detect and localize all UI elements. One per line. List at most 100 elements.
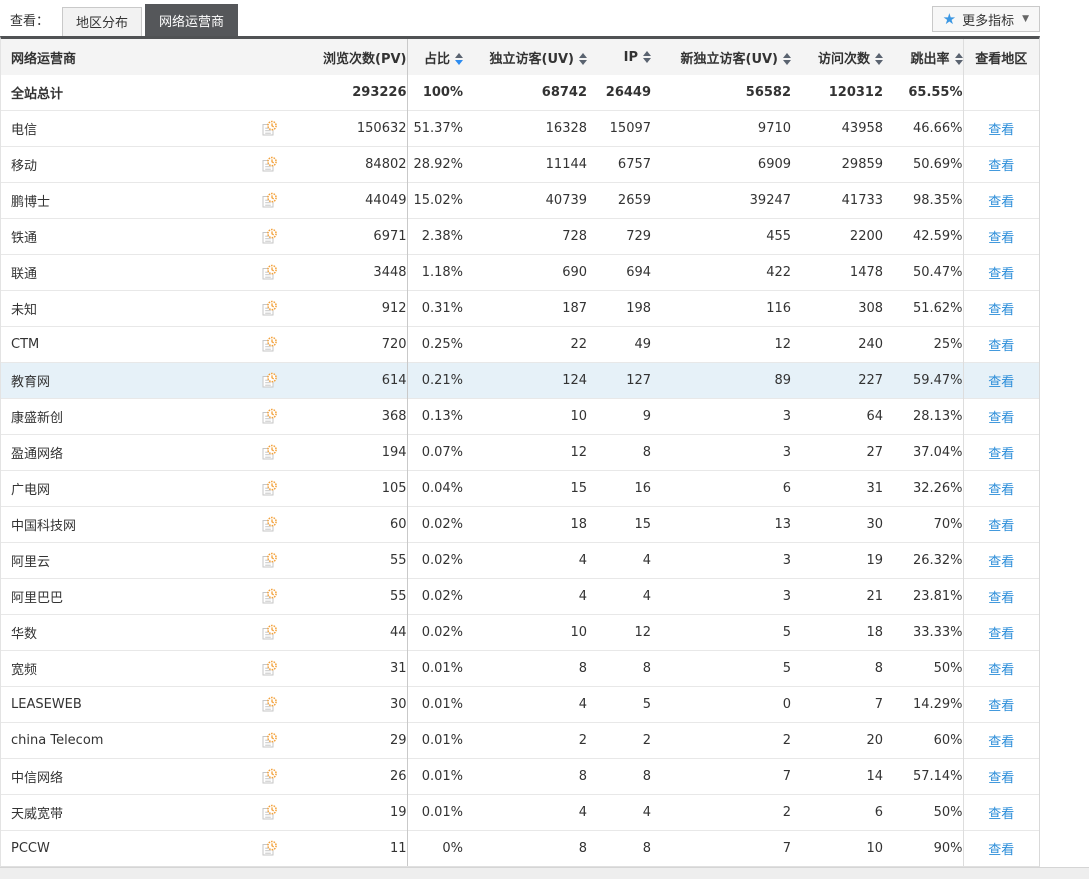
cell-uv: 728 (469, 217, 588, 254)
sort-icon[interactable] (954, 53, 963, 65)
cell-pv: 55 (287, 577, 408, 614)
tab-network-operator[interactable]: 网络运营商 (145, 4, 239, 36)
trend-history-icon[interactable] (251, 289, 288, 326)
trend-history-icon[interactable] (251, 649, 288, 686)
view-region-link[interactable]: 查看 (988, 195, 1014, 210)
view-region-link[interactable]: 查看 (988, 159, 1014, 174)
view-region-link[interactable]: 查看 (988, 483, 1014, 498)
cell-ratio: 28.92% (406, 145, 470, 182)
region-cell: 查看 (962, 541, 1040, 578)
cell-uv: 4 (469, 793, 588, 830)
view-region-link[interactable]: 查看 (988, 627, 1014, 642)
total-row: 全站总计 293226 100% 68742 26449 56582 12031… (1, 75, 1040, 110)
view-region-link[interactable]: 查看 (988, 231, 1014, 246)
view-region-link[interactable]: 查看 (988, 303, 1014, 318)
view-region-link[interactable]: 查看 (988, 843, 1014, 858)
trend-history-icon[interactable] (251, 469, 288, 506)
view-region-link[interactable]: 查看 (988, 123, 1014, 138)
sort-icon[interactable] (875, 53, 884, 65)
cell-ratio: 0.02% (406, 577, 470, 614)
operator-name: 阿里巴巴 (1, 577, 251, 614)
trend-history-icon[interactable] (251, 541, 288, 578)
view-region-link[interactable]: 查看 (988, 735, 1014, 750)
region-cell: 查看 (962, 793, 1040, 830)
column-header-bounce[interactable]: 跳出率 (883, 39, 964, 75)
sort-icon[interactable] (643, 51, 652, 63)
trend-history-icon[interactable] (251, 505, 288, 542)
trend-history-icon[interactable] (251, 397, 288, 434)
trend-history-icon[interactable] (251, 757, 288, 794)
cell-pv: 26 (287, 757, 408, 794)
cell-new_uv: 422 (651, 253, 792, 290)
cell-bounce: 51.62% (883, 289, 964, 326)
trend-history-icon[interactable] (251, 145, 288, 182)
view-region-link[interactable]: 查看 (988, 555, 1014, 570)
column-header-ratio[interactable]: 占比 (406, 39, 470, 75)
column-header-uv[interactable]: 独立访客(UV) (469, 39, 588, 75)
trend-history-icon[interactable] (251, 109, 288, 146)
more-metrics-button[interactable]: ★ 更多指标 ▼ (931, 6, 1040, 32)
sort-icon[interactable] (783, 53, 792, 65)
view-region-link[interactable]: 查看 (988, 663, 1014, 678)
region-cell: 查看 (962, 145, 1040, 182)
operator-table: 网络运营商 浏览次数(PV) 占比 独立访客(UV) IP 新独立访客(UV) 访问次数 跳出… (0, 36, 1040, 867)
column-header-new_uv[interactable]: 新独立访客(UV) (651, 39, 792, 75)
operator-name: 移动 (1, 145, 251, 182)
cell-ratio: 0.02% (406, 541, 470, 578)
sort-icon[interactable] (579, 53, 588, 65)
trend-history-icon[interactable] (251, 253, 288, 290)
trend-history-icon[interactable] (251, 217, 288, 254)
cell-bounce: 50.47% (883, 253, 964, 290)
operator-name: 阿里云 (1, 541, 251, 578)
trend-history-icon[interactable] (251, 181, 288, 218)
table-row: 铁通 6971 2.38% 728 729 455 2200 42.59% 查看 (1, 217, 1040, 254)
sort-icon[interactable] (455, 53, 464, 65)
trend-history-icon[interactable] (251, 793, 288, 830)
cell-pv: 720 (287, 325, 408, 362)
tab-region-distribution[interactable]: 地区分布 (62, 7, 143, 36)
column-header-visits[interactable]: 访问次数 (791, 39, 884, 75)
table-row: 教育网 614 0.21% 124 127 89 227 59.47% 查看 (1, 361, 1040, 398)
cell-new_uv: 6909 (651, 145, 792, 182)
cell-visits: 21 (791, 577, 884, 614)
cell-ratio: 0.01% (406, 685, 470, 722)
column-header-ip[interactable]: IP (587, 39, 652, 75)
view-region-link[interactable]: 查看 (988, 411, 1014, 426)
cell-uv: 40739 (469, 181, 588, 218)
cell-visits: 14 (791, 757, 884, 794)
cell-visits: 41733 (791, 181, 884, 218)
view-region-link[interactable]: 查看 (988, 447, 1014, 462)
cell-ratio: 0.13% (406, 397, 470, 434)
view-region-link[interactable]: 查看 (988, 591, 1014, 606)
view-region-link[interactable]: 查看 (988, 375, 1014, 390)
view-label: 查看： (10, 14, 50, 29)
cell-visits: 20 (791, 721, 884, 758)
view-region-link[interactable]: 查看 (988, 339, 1014, 354)
trend-history-icon[interactable] (251, 433, 288, 470)
view-region-link[interactable]: 查看 (988, 807, 1014, 822)
trend-history-icon[interactable] (251, 613, 288, 650)
cell-ratio: 0% (406, 829, 470, 866)
table-row: 盈通网络 194 0.07% 12 8 3 27 37.04% 查看 (1, 433, 1040, 470)
view-region-link[interactable]: 查看 (988, 267, 1014, 282)
cell-bounce: 32.26% (883, 469, 964, 506)
cell-new_uv: 12 (651, 325, 792, 362)
trend-history-icon[interactable] (251, 721, 288, 758)
cell-uv: 4 (469, 577, 588, 614)
view-region-link[interactable]: 查看 (988, 771, 1014, 786)
cell-ratio: 15.02% (406, 181, 470, 218)
view-region-link[interactable]: 查看 (988, 519, 1014, 534)
table-row: 康盛新创 368 0.13% 10 9 3 64 28.13% 查看 (1, 397, 1040, 434)
trend-history-icon[interactable] (251, 829, 288, 866)
table-row: 广电网 105 0.04% 15 16 6 31 32.26% 查看 (1, 469, 1040, 506)
view-region-link[interactable]: 查看 (988, 699, 1014, 714)
cell-pv: 84802 (287, 145, 408, 182)
table-row: 天威宽带 19 0.01% 4 4 2 6 50% 查看 (1, 793, 1040, 830)
trend-history-icon[interactable] (251, 361, 288, 398)
cell-ip: 15 (587, 505, 652, 542)
trend-history-icon[interactable] (251, 685, 288, 722)
operator-name: 教育网 (1, 361, 251, 398)
trend-history-icon[interactable] (251, 325, 288, 362)
region-cell: 查看 (962, 613, 1040, 650)
trend-history-icon[interactable] (251, 577, 288, 614)
